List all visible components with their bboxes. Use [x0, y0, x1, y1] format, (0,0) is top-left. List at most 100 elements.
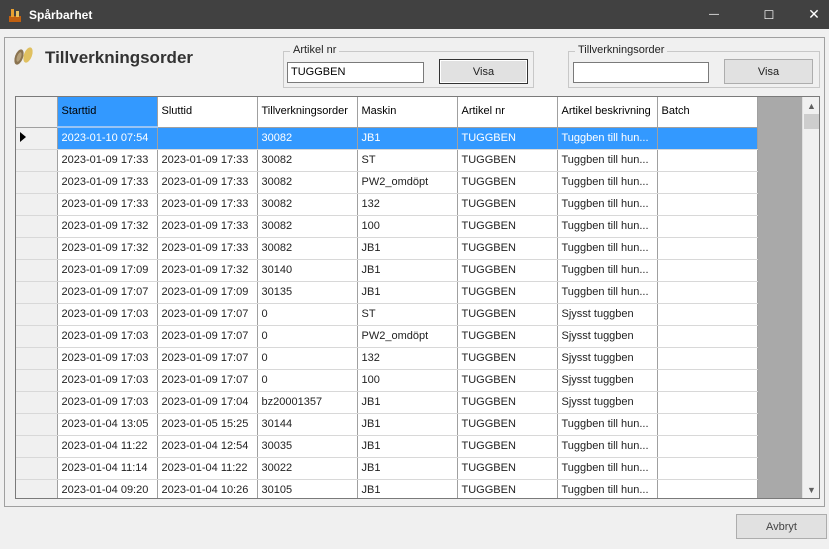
row-header[interactable]: [16, 303, 58, 326]
row-header[interactable]: [16, 391, 58, 414]
scroll-down-icon[interactable]: ▼: [803, 481, 819, 498]
table-cell[interactable]: TUGGBEN: [457, 303, 558, 326]
table-cell[interactable]: 2023-01-09 17:07: [157, 369, 258, 392]
table-cell[interactable]: bz20001357: [257, 391, 358, 414]
table-cell[interactable]: 30082: [257, 193, 358, 216]
table-cell[interactable]: 132: [357, 347, 458, 370]
table-cell[interactable]: 2023-01-09 17:33: [57, 149, 158, 172]
table-cell[interactable]: JB1: [357, 457, 458, 480]
table-row[interactable]: 2023-01-04 11:14 2023-01-04 11:22 30022 JB1…: [16, 457, 758, 480]
row-header[interactable]: [16, 127, 58, 150]
table-cell[interactable]: 30135: [257, 281, 358, 304]
row-header[interactable]: [16, 193, 58, 216]
table-cell[interactable]: [657, 347, 758, 370]
table-cell[interactable]: TUGGBEN: [457, 347, 558, 370]
table-cell[interactable]: 0: [257, 369, 358, 392]
table-cell[interactable]: 2023-01-04 13:05: [57, 413, 158, 436]
table-cell[interactable]: 30082: [257, 127, 358, 150]
table-cell[interactable]: 2023-01-05 15:25: [157, 413, 258, 436]
table-cell[interactable]: ST: [357, 149, 458, 172]
table-cell[interactable]: TUGGBEN: [457, 391, 558, 414]
table-cell[interactable]: 30105: [257, 479, 358, 498]
table-cell[interactable]: Tuggben till hun...: [557, 149, 658, 172]
table-cell[interactable]: TUGGBEN: [457, 259, 558, 282]
row-header[interactable]: [16, 435, 58, 458]
row-header[interactable]: [16, 237, 58, 260]
order-input[interactable]: [573, 62, 709, 83]
row-header[interactable]: [16, 259, 58, 282]
table-cell[interactable]: TUGGBEN: [457, 149, 558, 172]
vertical-scrollbar[interactable]: ▲ ▼: [802, 97, 819, 498]
table-cell[interactable]: 2023-01-09 17:32: [57, 237, 158, 260]
column-header-maskin[interactable]: Maskin: [357, 97, 458, 128]
table-cell[interactable]: 2023-01-09 17:03: [57, 369, 158, 392]
table-cell[interactable]: JB1: [357, 259, 458, 282]
table-cell[interactable]: [657, 281, 758, 304]
table-cell[interactable]: [657, 479, 758, 498]
table-row[interactable]: 2023-01-09 17:03 2023-01-09 17:07 0 PW2_omd…: [16, 325, 758, 348]
table-cell[interactable]: Sjysst tuggben: [557, 369, 658, 392]
table-cell[interactable]: 100: [357, 369, 458, 392]
table-cell[interactable]: TUGGBEN: [457, 127, 558, 150]
scroll-up-icon[interactable]: ▲: [803, 97, 819, 114]
table-cell[interactable]: 2023-01-09 17:03: [57, 347, 158, 370]
table-row[interactable]: 2023-01-09 17:33 2023-01-09 17:33 30082 132…: [16, 193, 758, 216]
table-cell[interactable]: Tuggben till hun...: [557, 193, 658, 216]
table-cell[interactable]: TUGGBEN: [457, 435, 558, 458]
table-cell[interactable]: 2023-01-09 17:33: [57, 193, 158, 216]
table-cell[interactable]: TUGGBEN: [457, 413, 558, 436]
table-cell[interactable]: Sjysst tuggben: [557, 347, 658, 370]
table-cell[interactable]: 2023-01-09 17:07: [57, 281, 158, 304]
table-cell[interactable]: 2023-01-09 17:07: [157, 303, 258, 326]
table-cell[interactable]: [657, 237, 758, 260]
artikel-input[interactable]: TUGGBEN: [287, 62, 424, 83]
table-cell[interactable]: 30140: [257, 259, 358, 282]
table-cell[interactable]: [657, 259, 758, 282]
table-row[interactable]: 2023-01-09 17:32 2023-01-09 17:33 30082 100…: [16, 215, 758, 238]
table-cell[interactable]: Tuggben till hun...: [557, 127, 658, 150]
table-cell[interactable]: ST: [357, 303, 458, 326]
table-cell[interactable]: 132: [357, 193, 458, 216]
row-header[interactable]: [16, 479, 58, 498]
table-cell[interactable]: 2023-01-09 17:32: [57, 215, 158, 238]
order-visa-button[interactable]: Visa: [724, 59, 813, 84]
table-cell[interactable]: Tuggben till hun...: [557, 237, 658, 260]
table-cell[interactable]: 2023-01-09 17:04: [157, 391, 258, 414]
table-cell[interactable]: [657, 215, 758, 238]
table-cell[interactable]: 2023-01-09 17:33: [157, 171, 258, 194]
minimize-button[interactable]: —: [691, 0, 737, 29]
table-cell[interactable]: 2023-01-04 11:22: [57, 435, 158, 458]
table-cell[interactable]: 2023-01-09 17:03: [57, 391, 158, 414]
column-header-starttid[interactable]: Starttid: [57, 97, 158, 128]
column-header-tillverkningsorder[interactable]: Tillverkningsorder: [257, 97, 358, 128]
table-cell[interactable]: Tuggben till hun...: [557, 171, 658, 194]
table-cell[interactable]: 30082: [257, 215, 358, 238]
table-cell[interactable]: TUGGBEN: [457, 457, 558, 480]
column-header-artikel-beskrivning[interactable]: Artikel beskrivning: [557, 97, 658, 128]
table-cell[interactable]: 2023-01-10 07:54: [57, 127, 158, 150]
table-cell[interactable]: 0: [257, 303, 358, 326]
table-cell[interactable]: 2023-01-04 11:22: [157, 457, 258, 480]
table-cell[interactable]: TUGGBEN: [457, 215, 558, 238]
table-cell[interactable]: 2023-01-04 12:54: [157, 435, 258, 458]
table-cell[interactable]: PW2_omdöpt: [357, 325, 458, 348]
table-cell[interactable]: [657, 127, 758, 150]
table-cell[interactable]: JB1: [357, 413, 458, 436]
table-cell[interactable]: [657, 325, 758, 348]
table-cell[interactable]: TUGGBEN: [457, 171, 558, 194]
scroll-thumb[interactable]: [804, 114, 819, 129]
table-cell[interactable]: 2023-01-04 09:20: [57, 479, 158, 498]
table-cell[interactable]: 30035: [257, 435, 358, 458]
table-cell[interactable]: [657, 391, 758, 414]
row-header[interactable]: [16, 347, 58, 370]
table-cell[interactable]: [157, 127, 258, 150]
table-cell[interactable]: TUGGBEN: [457, 325, 558, 348]
table-cell[interactable]: 2023-01-09 17:03: [57, 303, 158, 326]
table-cell[interactable]: Sjysst tuggben: [557, 391, 658, 414]
table-cell[interactable]: [657, 171, 758, 194]
column-header-sluttid[interactable]: Sluttid: [157, 97, 258, 128]
table-cell[interactable]: TUGGBEN: [457, 281, 558, 304]
table-row[interactable]: 2023-01-09 17:03 2023-01-09 17:07 0 ST TUGGB…: [16, 303, 758, 326]
cancel-button[interactable]: Avbryt: [736, 514, 827, 539]
table-cell[interactable]: Sjysst tuggben: [557, 325, 658, 348]
